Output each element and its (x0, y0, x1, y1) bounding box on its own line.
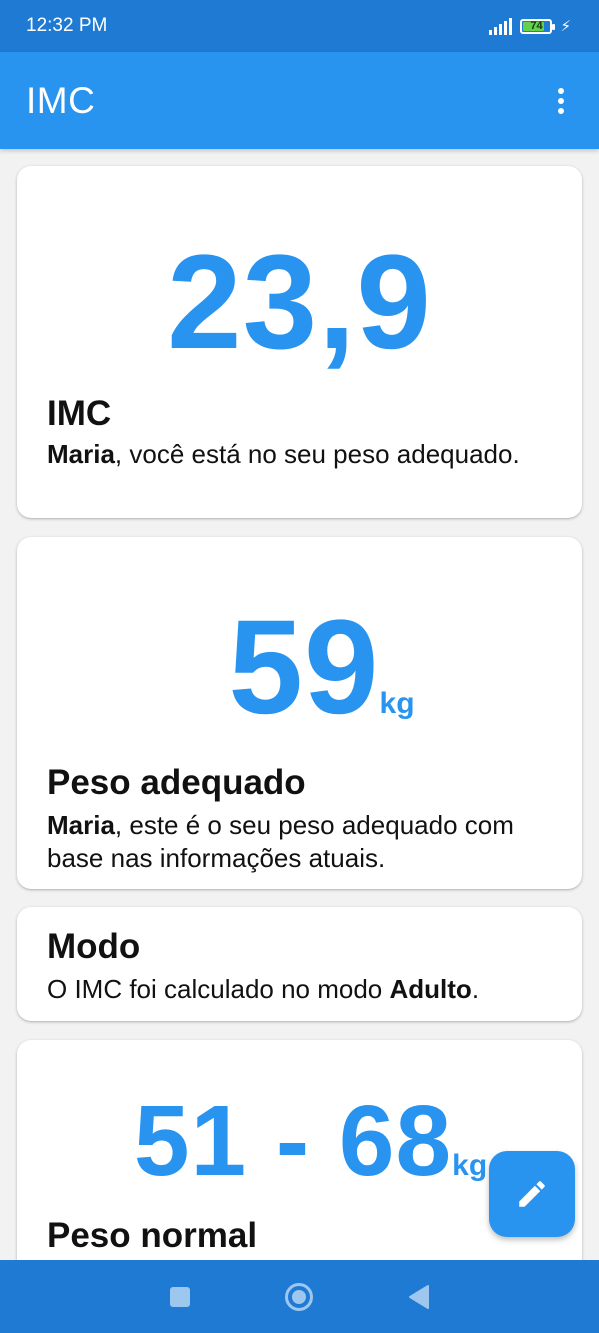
user-name: Maria (47, 810, 115, 840)
imc-card-title: IMC (47, 394, 112, 433)
system-nav-bar (0, 1260, 599, 1333)
normal-weight-unit: kg (452, 1149, 488, 1182)
battery-icon: 74 (520, 18, 556, 34)
signal-icon (489, 17, 513, 35)
triangle-icon (409, 1284, 430, 1309)
results-list[interactable]: 23,9 IMC Maria, você está no seu peso ad… (0, 149, 599, 1260)
normal-weight-value: 51 - 68 (133, 1085, 453, 1197)
imc-card-description: Maria, você está no seu peso adequado. (47, 438, 554, 471)
status-icons: 74 ⚡ (489, 17, 571, 35)
more-vert-icon[interactable] (549, 81, 573, 121)
imc-value: 23,9 (167, 228, 432, 377)
imc-card: 23,9 IMC Maria, você está no seu peso ad… (17, 166, 582, 518)
mode-value: Adulto (389, 974, 472, 1004)
square-icon (169, 1286, 190, 1307)
ideal-weight-card-text: , este é o seu peso adequado com base na… (47, 810, 514, 873)
ideal-weight-value-wrap: 59kg (17, 593, 582, 779)
ideal-weight-card-description: Maria, este é o seu peso adequado com ba… (47, 809, 554, 875)
home-button[interactable] (279, 1277, 319, 1317)
pencil-icon (519, 1181, 545, 1207)
back-button[interactable] (399, 1277, 439, 1317)
status-bar: 12:32 PM 74 ⚡ (0, 0, 599, 52)
user-name: Maria (47, 439, 115, 469)
ideal-weight-card: 59kg Peso adequado Maria, este é o seu p… (17, 537, 582, 889)
mode-card-suffix: . (471, 974, 480, 1004)
charging-icon: ⚡ (560, 17, 571, 35)
ideal-weight-value: 59 (228, 593, 380, 742)
recents-button[interactable] (160, 1277, 200, 1317)
mode-card: Modo O IMC foi calculado no modo Adulto. (17, 907, 582, 1021)
mode-card-text: O IMC foi calculado no modo (47, 974, 390, 1004)
app-bar: IMC (0, 52, 599, 149)
mode-card-title: Modo (47, 927, 141, 966)
status-time: 12:32 PM (26, 15, 108, 36)
ideal-weight-card-title: Peso adequado (47, 763, 306, 802)
ideal-weight-unit: kg (379, 687, 415, 720)
circle-icon (285, 1282, 314, 1311)
app-title: IMC (26, 79, 96, 121)
imc-card-text: , você está no seu peso adequado. (114, 439, 520, 469)
edit-button[interactable] (489, 1151, 575, 1237)
mode-card-description: O IMC foi calculado no modo Adulto. (47, 973, 554, 1006)
normal-weight-card-title: Peso normal (47, 1216, 258, 1255)
battery-level: 74 (530, 19, 543, 32)
